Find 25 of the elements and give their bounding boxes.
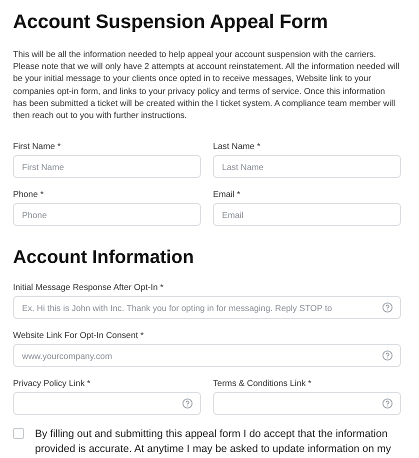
field-label: Initial Message Response After Opt-In * — [13, 282, 164, 292]
input-field[interactable] — [13, 392, 201, 416]
field-label: Privacy Policy Link * — [13, 378, 92, 388]
form-title: Account Suspension Appeal Form — [13, 11, 329, 34]
input-field[interactable]: Ex. Hi this is John with Inc. Thank you for opting in for messaging. Reply STOP to — [13, 296, 401, 320]
input-field[interactable]: Phone — [13, 203, 201, 226]
input-field[interactable]: Last Name — [213, 155, 401, 178]
input-field[interactable]: www.yourcompany.com — [13, 344, 401, 368]
section-title: Account Information — [13, 246, 195, 268]
help-icon[interactable] — [382, 302, 393, 314]
input-field[interactable]: Email — [213, 203, 401, 226]
intro-paragraph: This will be all the information needed to help appeal your account suspension with the carriers. Please note that we will only have 2 attempts at account reinstatement. All the information needed will be your initial message to your clients once opted in to receive messages, Website link to your companies opt-in form, and links to your privacy policy and terms of service. Once this information has been submitted a ticket will be created within the l ticket system. A compliance team member will then reach out to you with further instructions. — [13, 48, 400, 122]
help-icon[interactable] — [182, 398, 193, 410]
field-label: Last Name * — [213, 141, 262, 152]
checkbox[interactable] — [13, 428, 24, 440]
input-field[interactable]: First Name — [13, 155, 201, 178]
field-label: First Name * — [13, 141, 62, 152]
help-icon[interactable] — [382, 350, 393, 362]
input-field[interactable] — [213, 392, 401, 416]
field-label: Website Link For Opt-In Consent * — [13, 330, 145, 340]
agreement-text: By filling out and submitting this appeal form I do accept that the information provided is accurate. At anytime I may be asked to update information on my — [35, 427, 392, 458]
field-label: Phone * — [13, 189, 45, 200]
help-icon[interactable] — [382, 398, 393, 410]
field-label: Terms & Conditions Link * — [213, 378, 312, 388]
field-label: Email * — [213, 189, 242, 200]
